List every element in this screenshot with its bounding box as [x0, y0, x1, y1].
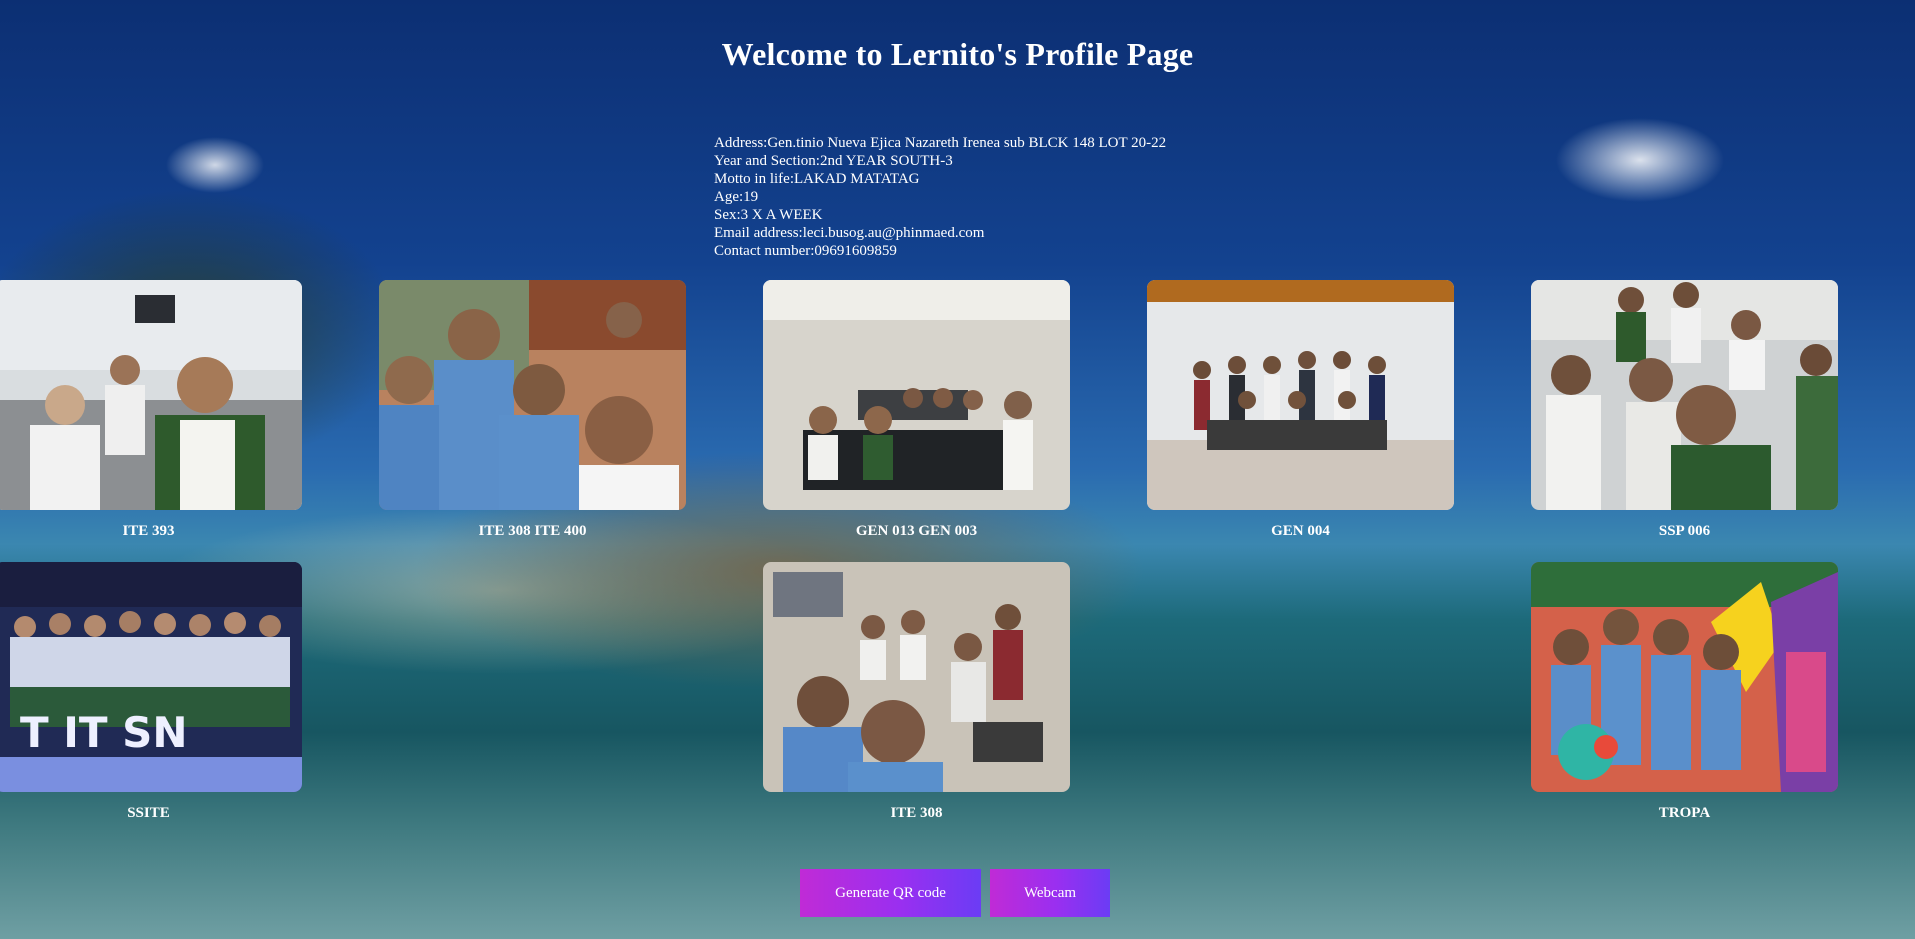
caption-ssite: SSITE	[127, 805, 170, 821]
photo-ite308-ite400	[379, 280, 686, 510]
gallery-card-ite308: ITE 308	[763, 562, 1070, 822]
svg-text:T IT SN: T IT SN	[20, 708, 188, 757]
photo-ite308	[763, 562, 1070, 792]
caption-ssp006: SSP 006	[1658, 523, 1711, 539]
photo-gen013-gen003	[763, 280, 1070, 510]
profile-year-section: Year and Section:2nd YEAR SOUTH-3	[714, 153, 953, 169]
caption-ite308: ITE 308	[890, 805, 943, 821]
page-title: Welcome to Lernito's Profile Page	[721, 36, 1194, 72]
caption-ite308-ite400: ITE 308 ITE 400	[478, 523, 587, 539]
gallery-card-ssp006: SSP 006	[1531, 280, 1838, 540]
gallery-card-ite393: ITE 393	[0, 280, 302, 540]
gallery-card-gen004: GEN 004	[1147, 280, 1454, 540]
gallery-card-ite308-ite400: ITE 308 ITE 400	[379, 280, 686, 540]
generate-qr-code-button[interactable]: Generate QR code	[800, 869, 981, 917]
profile-sex: Sex:3 X A WEEK	[714, 207, 823, 223]
gallery-card-gen013-gen003: GEN 013 GEN 003	[763, 280, 1070, 540]
photo-tropa	[1531, 562, 1838, 792]
profile-email: Email address:leci.busog.au@phinmaed.com	[714, 225, 985, 241]
gallery-card-ssite: T IT SN SSITE	[0, 562, 302, 822]
caption-tropa: TROPA	[1658, 805, 1711, 821]
profile-motto: Motto in life:LAKAD MATATAG	[714, 171, 920, 187]
photo-ite393	[0, 280, 302, 510]
caption-gen013-gen003: GEN 013 GEN 003	[855, 523, 978, 539]
photo-ssite: T IT SN	[0, 562, 302, 792]
caption-ite393: ITE 393	[122, 523, 175, 539]
profile-info: Address:Gen.tinio Nueva Ejica Nazareth I…	[714, 134, 1166, 260]
profile-address: Address:Gen.tinio Nueva Ejica Nazareth I…	[714, 135, 1167, 151]
webcam-button[interactable]: Webcam	[990, 869, 1110, 917]
photo-gen004	[1147, 280, 1454, 510]
profile-age: Age:19	[714, 189, 759, 205]
gallery-card-tropa: TROPA	[1531, 562, 1838, 822]
caption-gen004: GEN 004	[1271, 523, 1330, 539]
profile-contact: Contact number:09691609859	[714, 243, 897, 259]
photo-ssp006	[1531, 280, 1838, 510]
